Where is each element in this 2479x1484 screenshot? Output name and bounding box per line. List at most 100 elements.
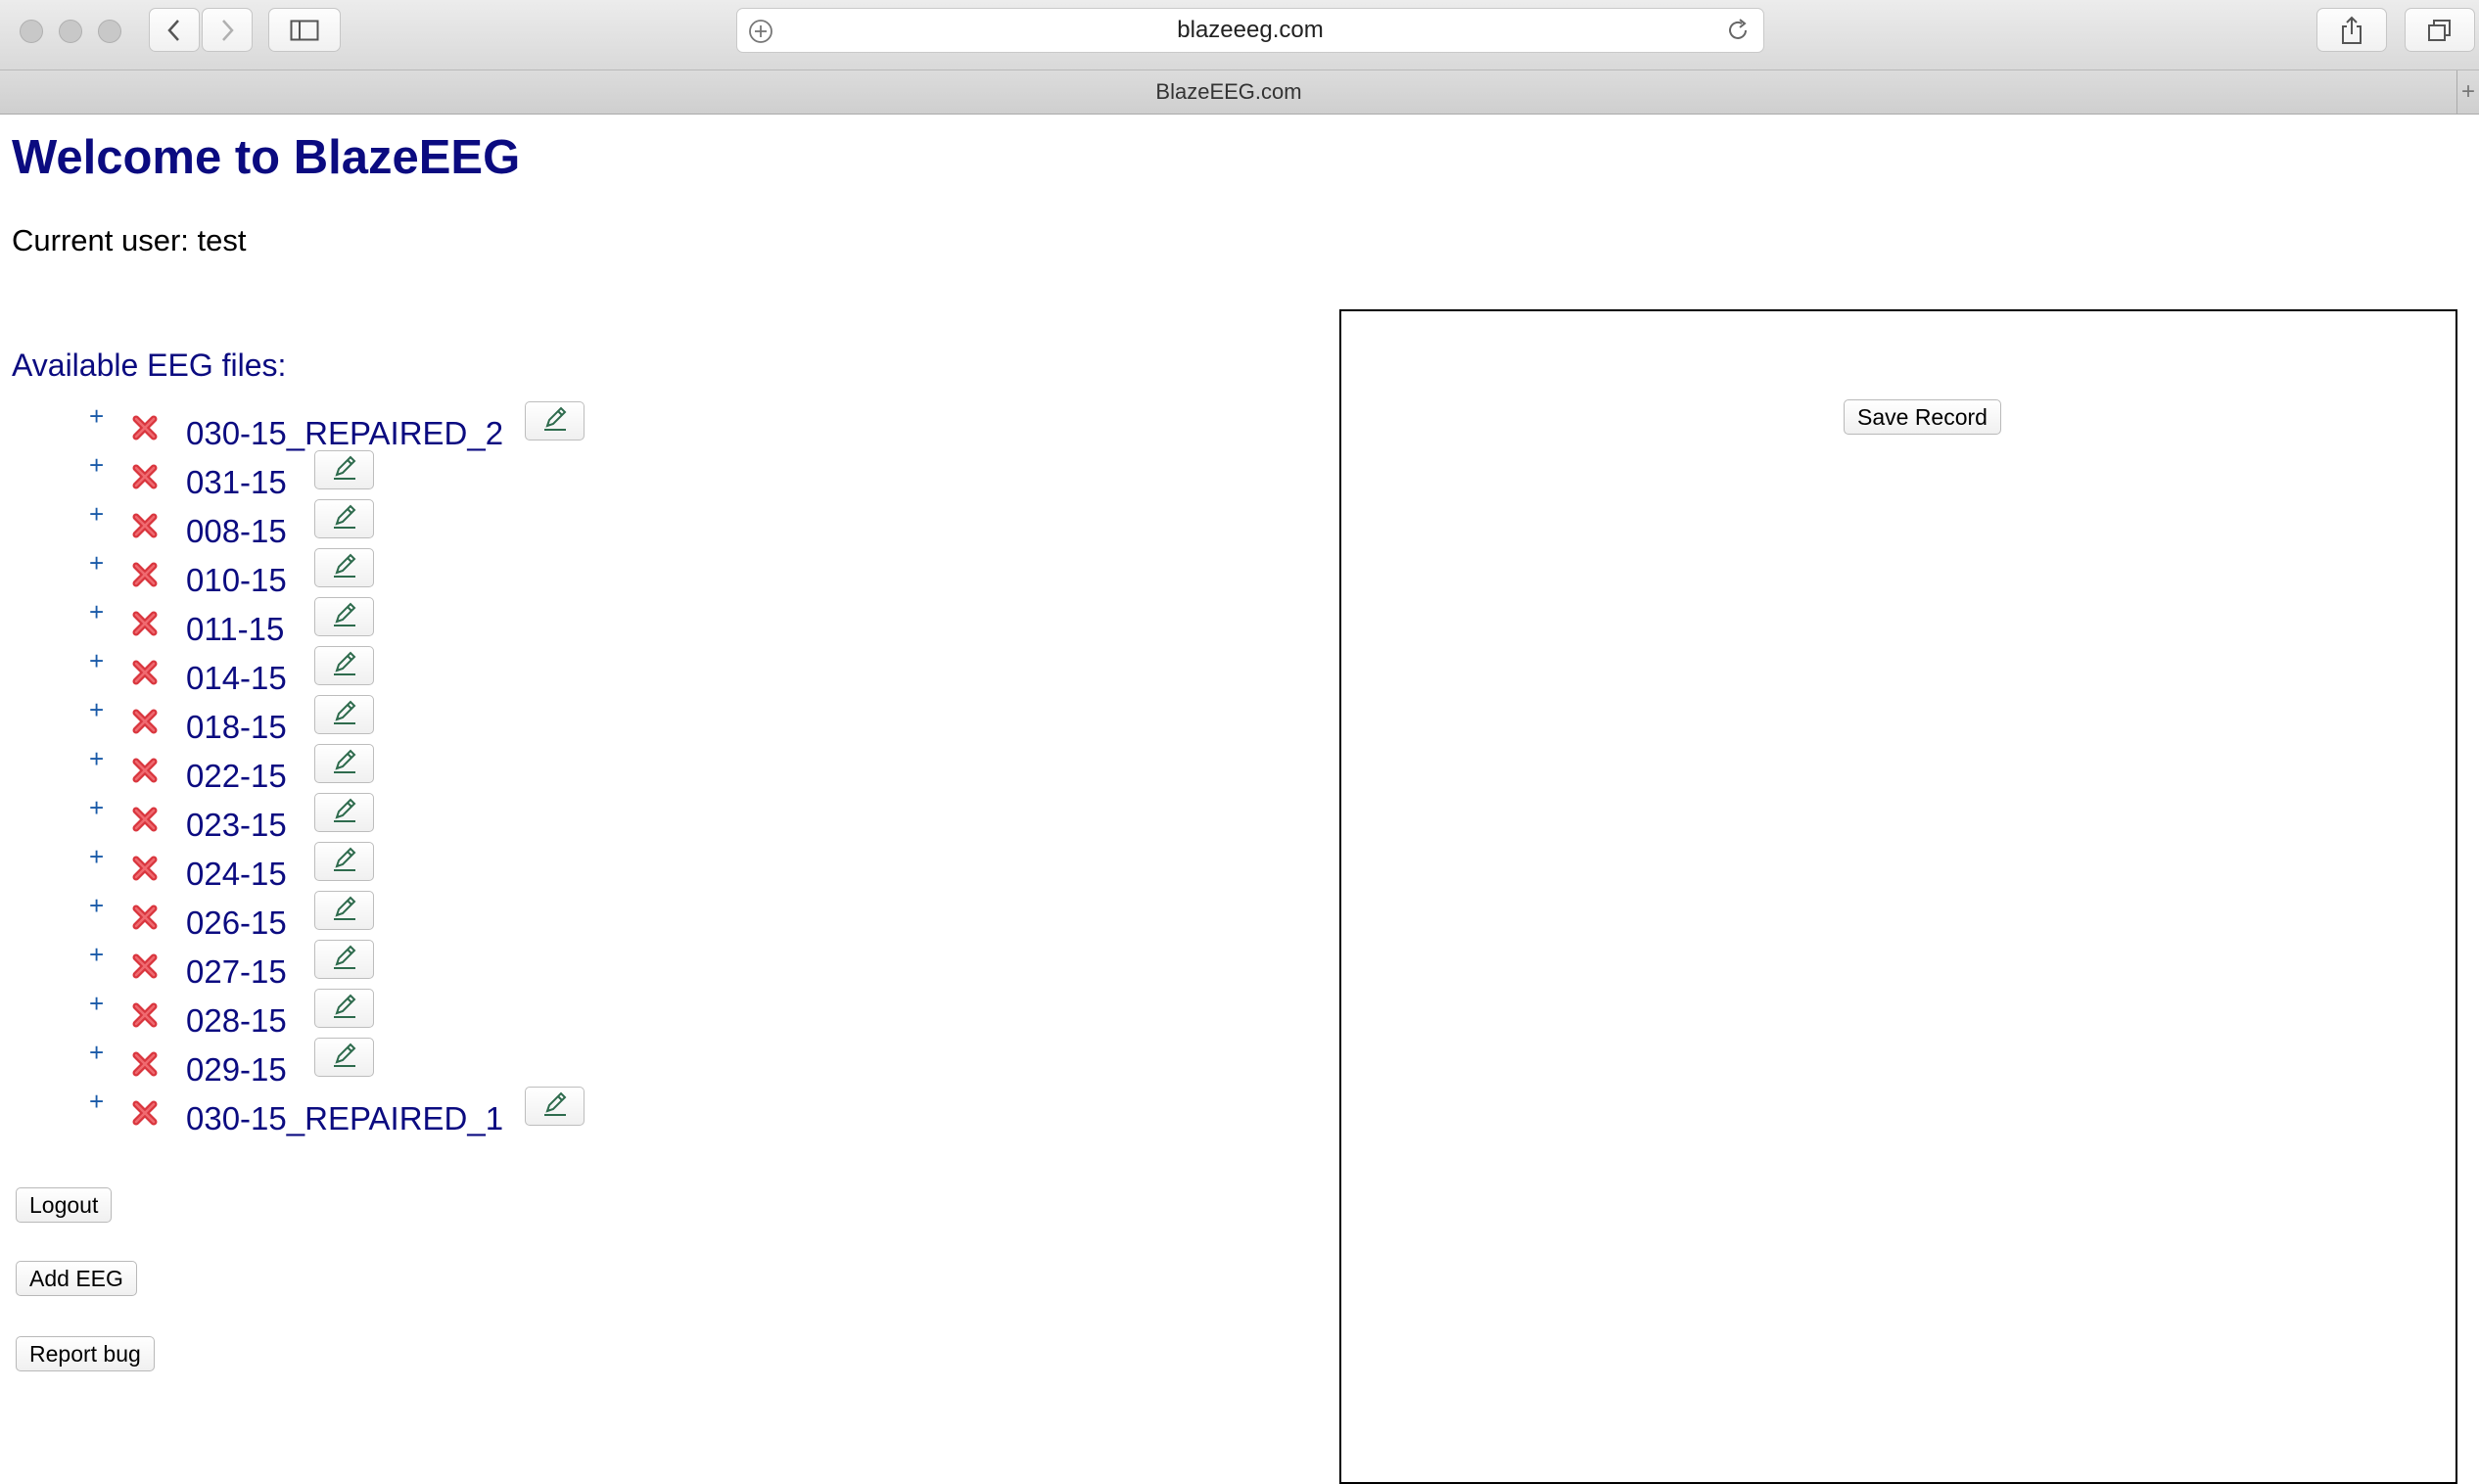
new-tab-button[interactable]: + (2456, 70, 2479, 114)
eeg-file-name[interactable]: 030-15_REPAIRED_1 (186, 1100, 503, 1137)
expand-icon[interactable]: + (89, 1040, 104, 1065)
report-bug-button[interactable]: Report bug (16, 1336, 155, 1371)
edit-button[interactable] (314, 1038, 374, 1077)
pencil-icon (330, 845, 359, 879)
edit-button[interactable] (314, 989, 374, 1028)
expand-icon[interactable]: + (89, 942, 104, 967)
edit-button[interactable] (314, 793, 374, 832)
add-eeg-button[interactable]: Add EEG (16, 1261, 137, 1296)
url-text[interactable]: blazeeeg.com (737, 9, 1763, 52)
logout-button[interactable]: Logout (16, 1187, 113, 1223)
delete-icon[interactable] (130, 1049, 160, 1084)
expand-icon[interactable]: + (89, 501, 104, 527)
eeg-file-name[interactable]: 027-15 (186, 953, 287, 991)
eeg-file-row: +030-15_REPAIRED_1 (0, 1087, 685, 1149)
eeg-file-name[interactable]: 022-15 (186, 758, 287, 795)
expand-icon[interactable]: + (89, 452, 104, 478)
window-minimize-button[interactable] (59, 20, 82, 43)
eeg-file-name[interactable]: 018-15 (186, 709, 287, 746)
delete-icon[interactable] (130, 560, 160, 594)
save-record-button[interactable]: Save Record (1844, 399, 2001, 435)
edit-button[interactable] (314, 940, 374, 979)
eeg-file-name[interactable]: 029-15 (186, 1051, 287, 1089)
back-button[interactable] (149, 8, 200, 52)
eeg-file-name[interactable]: 014-15 (186, 660, 287, 697)
expand-icon[interactable]: + (89, 550, 104, 576)
sidebar-icon (290, 20, 319, 40)
eeg-file-name[interactable]: 031-15 (186, 464, 287, 501)
delete-icon[interactable] (130, 1000, 160, 1035)
pencil-icon (330, 796, 359, 830)
eeg-file-name[interactable]: 023-15 (186, 807, 287, 844)
expand-icon[interactable]: + (89, 1089, 104, 1114)
eeg-file-name[interactable]: 026-15 (186, 904, 287, 942)
delete-icon[interactable] (130, 1098, 160, 1133)
sidebar-toggle-button[interactable] (268, 8, 341, 52)
pencil-icon (330, 894, 359, 928)
page-title: Welcome to BlazeEEG (12, 131, 521, 184)
delete-icon[interactable] (130, 462, 160, 496)
window-zoom-button[interactable] (98, 20, 121, 43)
page-content: Welcome to BlazeEEG Current user: test A… (0, 115, 2479, 1484)
edit-button[interactable] (525, 1087, 585, 1126)
delete-icon[interactable] (130, 756, 160, 790)
window-close-button[interactable] (20, 20, 43, 43)
expand-icon[interactable]: + (89, 844, 104, 869)
edit-button[interactable] (314, 646, 374, 685)
eeg-file-name[interactable]: 010-15 (186, 562, 287, 599)
eeg-file-name[interactable]: 011-15 (186, 611, 284, 648)
delete-icon[interactable] (130, 511, 160, 545)
delete-icon[interactable] (130, 805, 160, 839)
edit-button[interactable] (314, 695, 374, 734)
edit-button[interactable] (314, 597, 374, 636)
eeg-file-name[interactable]: 024-15 (186, 856, 287, 893)
chevron-right-icon (222, 19, 234, 41)
record-panel: Save Record (1339, 309, 2457, 1484)
pencil-icon (330, 551, 359, 585)
expand-icon[interactable]: + (89, 648, 104, 673)
pencil-icon (540, 1090, 570, 1124)
tabs-icon (2428, 19, 2451, 41)
expand-icon[interactable]: + (89, 697, 104, 722)
delete-icon[interactable] (130, 854, 160, 888)
delete-icon[interactable] (130, 609, 160, 643)
delete-icon[interactable] (130, 707, 160, 741)
pencil-icon (330, 1041, 359, 1075)
expand-icon[interactable]: + (89, 991, 104, 1016)
pencil-icon (330, 992, 359, 1026)
pencil-icon (330, 453, 359, 487)
pencil-icon (330, 649, 359, 683)
expand-icon[interactable]: + (89, 746, 104, 771)
eeg-file-name[interactable]: 028-15 (186, 1002, 287, 1040)
expand-icon[interactable]: + (89, 893, 104, 918)
forward-button[interactable] (202, 8, 253, 52)
edit-button[interactable] (314, 450, 374, 489)
current-user-label: Current user: test (12, 223, 247, 257)
address-bar[interactable]: blazeeeg.com (736, 8, 1764, 53)
pencil-icon (330, 600, 359, 634)
delete-icon[interactable] (130, 658, 160, 692)
chevron-left-icon (167, 19, 179, 41)
edit-button[interactable] (314, 548, 374, 587)
tab-active[interactable]: BlazeEEG.com (0, 70, 2457, 114)
expand-icon[interactable]: + (89, 403, 104, 429)
pencil-icon (330, 747, 359, 781)
tabs-overview-button[interactable] (2405, 8, 2475, 52)
delete-icon[interactable] (130, 413, 160, 447)
share-button[interactable] (2316, 8, 2387, 52)
expand-icon[interactable]: + (89, 599, 104, 625)
edit-button[interactable] (314, 842, 374, 881)
edit-button[interactable] (314, 499, 374, 538)
delete-icon[interactable] (130, 903, 160, 937)
delete-icon[interactable] (130, 951, 160, 986)
edit-button[interactable] (314, 744, 374, 783)
browser-toolbar: blazeeeg.com (0, 0, 2479, 70)
pencil-icon (540, 404, 570, 439)
edit-button[interactable] (314, 891, 374, 930)
files-heading: Available EEG files: (12, 348, 287, 383)
edit-button[interactable] (525, 401, 585, 441)
reload-icon[interactable] (1724, 17, 1752, 49)
eeg-file-name[interactable]: 030-15_REPAIRED_2 (186, 415, 503, 452)
eeg-file-name[interactable]: 008-15 (186, 513, 287, 550)
expand-icon[interactable]: + (89, 795, 104, 820)
